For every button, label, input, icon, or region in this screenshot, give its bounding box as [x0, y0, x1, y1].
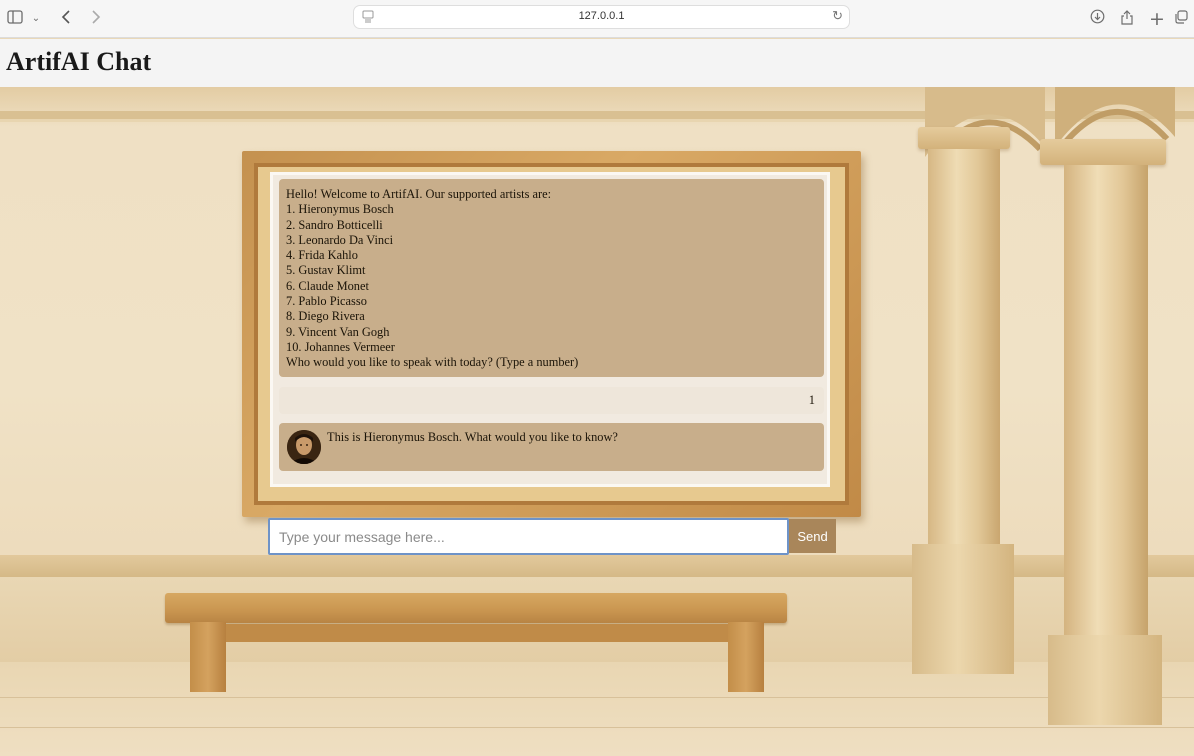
- address-bar[interactable]: 127.0.0.1 ↻: [353, 5, 850, 29]
- message-line: 2. Sandro Botticelli: [286, 217, 383, 232]
- forward-arrow-icon[interactable]: [88, 9, 104, 29]
- bench-leg: [728, 622, 764, 692]
- message-line: 7. Pablo Picasso: [286, 294, 367, 309]
- message-line: 3. Leonardo Da Vinci: [286, 232, 394, 247]
- column-pedestal: [912, 544, 1014, 674]
- column-pedestal: [1048, 635, 1162, 725]
- gallery-floor: [0, 662, 1194, 756]
- bench-brace: [210, 624, 740, 642]
- send-button[interactable]: Send: [789, 519, 836, 553]
- bot-message: This is Hieronymus Bosch. What would you…: [279, 423, 824, 471]
- floor-tile-line: [0, 727, 1194, 728]
- message-line: Hello! Welcome to ArtifAI. Our supported…: [286, 187, 552, 201]
- chevron-down-icon[interactable]: ⌄: [30, 9, 42, 29]
- reload-icon[interactable]: ↻: [832, 8, 843, 24]
- page-title: ArtifAI Chat: [6, 47, 152, 76]
- message-line: 10. Johannes Vermeer: [286, 339, 395, 354]
- share-icon[interactable]: [1118, 9, 1136, 29]
- message-line: 1. Hieronymus Bosch: [286, 202, 394, 217]
- bench-seat: [165, 593, 787, 623]
- message-line: 9. Vincent Van Gogh: [286, 324, 390, 339]
- message-line: 6. Claude Monet: [286, 278, 369, 293]
- bench-leg: [190, 622, 226, 692]
- wainscot-rail: [0, 555, 1194, 577]
- bot-message-text: This is Hieronymus Bosch. What would you…: [327, 430, 618, 444]
- column-capital: [1040, 139, 1166, 165]
- column-shaft: [1064, 165, 1148, 635]
- plus-icon[interactable]: +: [1148, 9, 1166, 29]
- tab-overview-icon[interactable]: [1172, 9, 1190, 29]
- floor-tile-line: [0, 697, 1194, 698]
- app-header: ArtifAI Chat: [0, 39, 1194, 87]
- message-line: Who would you like to speak with today? …: [286, 355, 579, 370]
- bot-message: Hello! Welcome to ArtifAI. Our supported…: [279, 179, 824, 377]
- browser-toolbar: ⌄ 127.0.0.1 ↻ +: [0, 0, 1194, 38]
- message-line: 5. Gustav Klimt: [286, 263, 366, 278]
- message-line: 8. Diego Rivera: [286, 309, 365, 324]
- sidebar-toggle-icon[interactable]: [6, 9, 24, 29]
- message-input[interactable]: [268, 518, 789, 555]
- message-line: 4. Frida Kahlo: [286, 248, 358, 263]
- user-message: 1: [279, 387, 824, 414]
- artist-portrait-avatar: [287, 430, 321, 464]
- url-text: 127.0.0.1: [578, 10, 625, 22]
- column-shaft: [928, 149, 1000, 544]
- chat-log[interactable]: Hello! Welcome to ArtifAI. Our supported…: [270, 172, 830, 487]
- download-icon[interactable]: [1088, 9, 1106, 29]
- user-message-text: 1: [808, 393, 815, 407]
- back-arrow-icon[interactable]: [58, 9, 74, 29]
- column-capital: [918, 127, 1010, 149]
